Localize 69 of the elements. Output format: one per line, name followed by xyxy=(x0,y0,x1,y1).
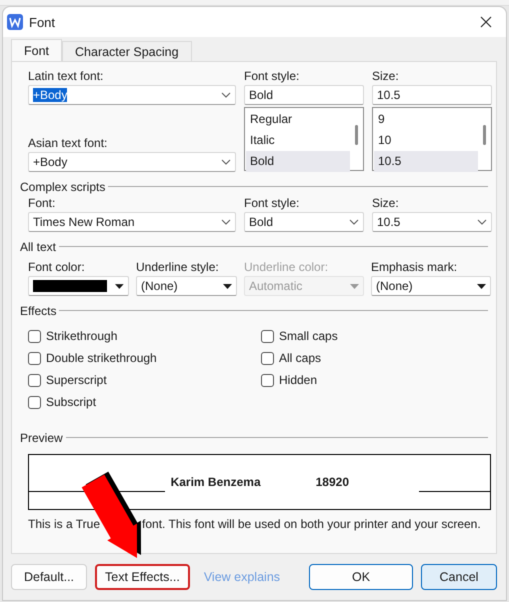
dropdown-field[interactable]: 10.5 xyxy=(372,212,492,232)
section-title: All text xyxy=(20,240,56,254)
list-item[interactable]: Bold xyxy=(246,151,350,172)
checkbox[interactable] xyxy=(28,374,41,386)
list-item[interactable]: 10.5 xyxy=(374,151,478,172)
close-icon[interactable] xyxy=(480,16,492,28)
field-label: Font: xyxy=(28,195,56,212)
dialog-button[interactable]: Text Effects... xyxy=(95,564,190,590)
field-label: Font style: xyxy=(244,68,300,85)
dropdown-field[interactable]: (None) xyxy=(371,276,491,296)
field-label: Font color: xyxy=(28,259,86,276)
scrollbar-thumb[interactable] xyxy=(354,125,358,145)
window-title: Font xyxy=(29,14,56,30)
dropdown-field[interactable]: (None) xyxy=(136,276,237,296)
checkbox-label: Superscript xyxy=(46,373,107,387)
section-title: Effects xyxy=(20,304,56,318)
chevron-down-icon xyxy=(221,92,231,98)
checkbox-label: Hidden xyxy=(279,373,318,387)
field-label: Underline color: xyxy=(244,259,330,276)
chevron-down-icon xyxy=(221,159,231,165)
checkbox[interactable] xyxy=(28,352,41,364)
dropdown-field[interactable]: +Body xyxy=(28,152,236,172)
dialog-button[interactable]: OK xyxy=(309,564,413,590)
checkbox[interactable] xyxy=(261,374,274,386)
tab[interactable]: Character Spacing xyxy=(62,41,192,61)
section-title: Preview xyxy=(20,430,63,444)
field-label: Latin text font: xyxy=(28,68,104,85)
checkbox-label: Double strikethrough xyxy=(46,351,157,365)
field-label: Size: xyxy=(372,68,400,85)
list-item[interactable]: 9 xyxy=(374,109,478,130)
dropdown-field[interactable]: Bold xyxy=(244,212,364,232)
text-field[interactable]: Bold xyxy=(244,85,364,105)
preview-text: Karim Benzema xyxy=(170,475,261,489)
font-info-text: font. This font will be used on both your printer and your screen. xyxy=(142,517,481,531)
checkbox-label: Subscript xyxy=(46,395,96,409)
app-logo-icon xyxy=(7,14,23,30)
dropdown-arrow-icon xyxy=(223,284,232,288)
preview-number: 18920 xyxy=(316,475,349,489)
field-label: Size: xyxy=(372,195,400,212)
list-item[interactable]: 10 xyxy=(374,130,478,151)
list-item[interactable]: Italic xyxy=(246,130,350,151)
chevron-down-icon xyxy=(221,219,231,225)
checkbox[interactable] xyxy=(261,330,274,342)
chevron-down-icon xyxy=(477,219,487,225)
checkbox-label: Strikethrough xyxy=(46,329,118,343)
chevron-down-icon xyxy=(349,219,359,225)
scrollbar-thumb[interactable] xyxy=(482,125,486,145)
dropdown-field[interactable]: +Body xyxy=(28,85,236,105)
text-field[interactable]: 10.5 xyxy=(372,85,492,105)
tab[interactable]: Font xyxy=(11,39,62,61)
dropdown-arrow-icon xyxy=(350,284,359,288)
dropdown-arrow-icon xyxy=(115,284,124,288)
color-picker[interactable] xyxy=(28,276,129,296)
field-label: Emphasis mark: xyxy=(371,259,458,276)
checkbox-label: Small caps xyxy=(279,329,338,343)
dialog-button[interactable]: Default... xyxy=(11,564,87,590)
checkbox[interactable] xyxy=(28,330,41,342)
checkbox[interactable] xyxy=(261,352,274,364)
field-label: Font style: xyxy=(244,195,300,212)
font-info-text: This is a True xyxy=(28,517,100,531)
dropdown-arrow-icon xyxy=(477,284,486,288)
field-label: Underline style: xyxy=(136,259,220,276)
dialog-button[interactable]: Cancel xyxy=(421,564,497,590)
checkbox[interactable] xyxy=(28,396,41,408)
list-item[interactable]: Regular xyxy=(246,109,350,130)
section-title: Complex scripts xyxy=(20,180,106,194)
dropdown-field[interactable]: Times New Roman xyxy=(28,212,236,232)
field-label: Asian text font: xyxy=(28,135,108,152)
checkbox-label: All caps xyxy=(279,351,322,365)
